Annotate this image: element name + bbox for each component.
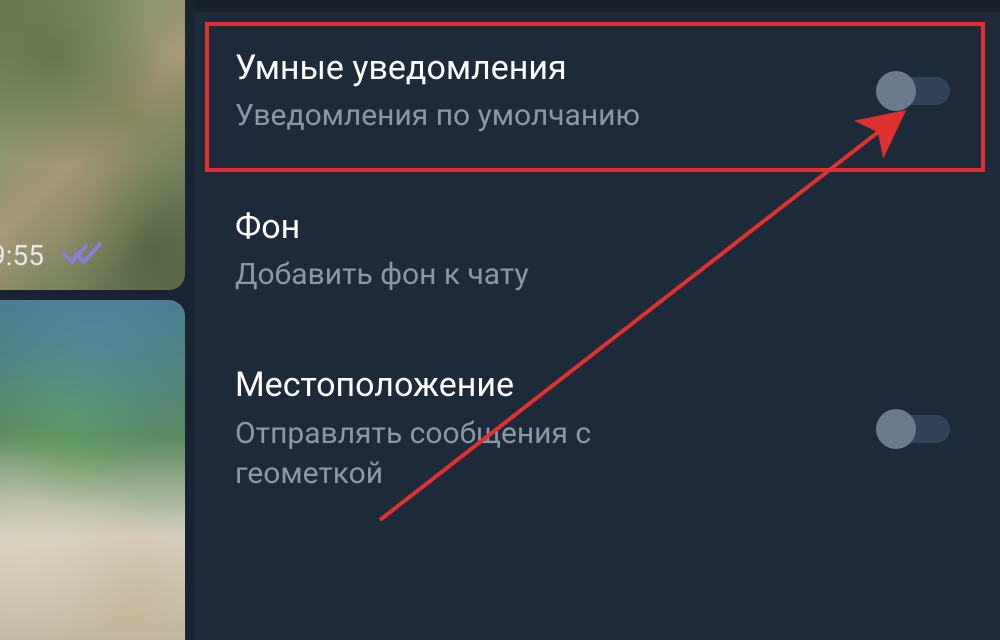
chat-list-item[interactable]: 9:55 [0,0,185,290]
setting-title: Местоположение [235,363,960,407]
sidebar: 9:55 [0,0,185,640]
chat-timestamp: 9:55 [0,239,44,272]
settings-panel: Умные уведомления Уведомления по умолчан… [195,0,1000,640]
setting-subtitle: Отправлять сообщения с геометкой [235,414,715,495]
setting-title: Фон [235,205,960,249]
chat-thumbnail [0,300,185,640]
panel-top-bar [195,0,1000,12]
location-toggle[interactable] [878,411,950,447]
setting-title: Умные уведомления [235,46,960,90]
setting-subtitle: Уведомления по умолчанию [235,96,715,137]
read-checkmarks-icon [62,240,104,272]
toggle-knob [876,409,916,449]
chat-list-item[interactable] [0,300,185,640]
setting-background[interactable]: Фон Добавить фон к чату [195,191,1000,310]
setting-location[interactable]: Местоположение Отправлять сообщения с ге… [195,349,1000,508]
smart-notifications-toggle[interactable] [878,73,950,109]
setting-smart-notifications[interactable]: Умные уведомления Уведомления по умолчан… [195,32,1000,151]
setting-subtitle: Добавить фон к чату [235,255,715,296]
toggle-knob [876,71,916,111]
